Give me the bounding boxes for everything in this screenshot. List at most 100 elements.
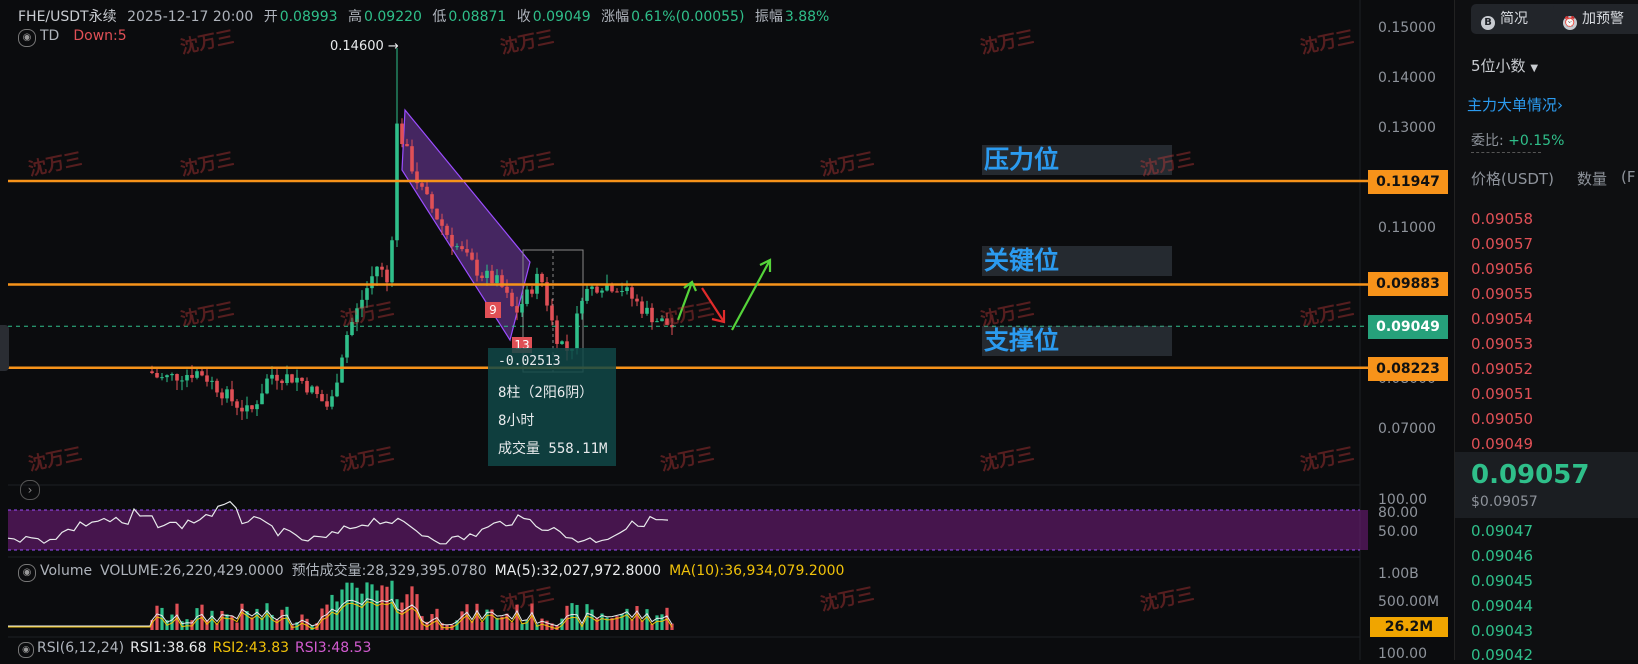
candle-body [475, 259, 479, 276]
candle-body [465, 249, 469, 253]
candle-body [655, 321, 659, 323]
volume-bar [375, 590, 379, 630]
datetime-text: 2025-12-17 20:00 [127, 9, 254, 25]
chevron-right-icon: › [1557, 96, 1564, 114]
left-drag-handle[interactable] [0, 325, 9, 371]
volume-bar [235, 622, 239, 630]
candle-body [295, 377, 299, 383]
volume-bar [475, 603, 479, 630]
candle-body [645, 307, 649, 314]
volume-header[interactable]: ◉ Volume VOLUME:26,220,429.0000 预估成交量:28,32… [18, 560, 844, 582]
candle-body [635, 298, 639, 302]
candle-body [215, 380, 219, 393]
candle-body [185, 375, 189, 381]
td-indicator-row[interactable]: ◉ TD Down:5 [18, 28, 127, 47]
td-down-value: Down:5 [73, 28, 127, 44]
candle-body [625, 287, 629, 291]
ask-price[interactable]: 0.09049 [1471, 435, 1533, 453]
candle-body [640, 301, 644, 314]
bid-price[interactable]: 0.09044 [1471, 597, 1533, 615]
ratio-underline [1471, 152, 1541, 153]
decimals-select[interactable]: 5位小数 ▼ [1471, 55, 1538, 76]
chart-area[interactable]: FHE/USDT永续 2025-12-17 20:00 开 0.08993 高 0.… [0, 0, 1454, 662]
td-nine-label: 9 [485, 302, 501, 318]
ask-price[interactable]: 0.09053 [1471, 335, 1533, 353]
ohlc-header: FHE/USDT永续 2025-12-17 20:00 开 0.08993 高 0.… [18, 6, 835, 26]
volume-bar [185, 619, 189, 630]
candle-body [575, 313, 579, 349]
candle-body [505, 286, 509, 293]
volume-bar [635, 606, 639, 630]
candle-body [590, 286, 594, 289]
ask-price[interactable]: 0.09056 [1471, 260, 1533, 278]
candle-body [580, 300, 584, 314]
ask-price[interactable]: 0.09052 [1471, 360, 1533, 378]
add-alert-button[interactable]: ⏰ 加预警 [1553, 4, 1638, 34]
ask-price[interactable]: 0.09050 [1471, 410, 1533, 428]
overview-button[interactable]: B 简况 [1471, 4, 1563, 34]
add-alert-button-label: 加预警 [1582, 11, 1624, 27]
price-tick: 0.11000 [1378, 220, 1436, 236]
candle-body [340, 357, 344, 383]
candle-body [405, 144, 409, 147]
measure-bars: 8柱（2阳6阴） [498, 385, 594, 401]
volume-bar [400, 602, 404, 630]
volume-bar [480, 621, 484, 630]
candle-body [495, 275, 499, 283]
price-tick: 0.13000 [1378, 120, 1436, 136]
volume-bar [240, 603, 244, 630]
bid-price[interactable]: 0.09043 [1471, 622, 1533, 640]
volume-bar [495, 617, 499, 630]
candle-body [205, 375, 209, 382]
bid-price[interactable]: 0.09046 [1471, 547, 1533, 565]
volume-bar [220, 610, 224, 630]
low-label: 低 [432, 9, 447, 25]
volume-ma10: MA(10):36,934,079.2000 [669, 563, 845, 579]
ask-price[interactable]: 0.09054 [1471, 310, 1533, 328]
candle-body [515, 306, 519, 313]
candle-body [190, 375, 194, 378]
eye-icon[interactable]: ◉ [18, 642, 34, 658]
volume-bar [535, 624, 539, 630]
ask-price[interactable]: 0.09058 [1471, 210, 1533, 228]
price-tick: 0.07000 [1378, 421, 1436, 437]
volume-bar [595, 618, 599, 630]
candle-body [365, 288, 369, 300]
bid-price[interactable]: 0.09042 [1471, 646, 1533, 664]
volume-bar [395, 599, 399, 630]
volume-bar [515, 604, 519, 630]
level-tag-current: 0.09049 [1368, 315, 1448, 339]
ask-price[interactable]: 0.09051 [1471, 385, 1533, 403]
overview-button-label: 简况 [1500, 11, 1528, 27]
candle-body [315, 386, 319, 395]
candle-body [200, 371, 204, 376]
key-zone-label: 关键位 [984, 246, 1060, 275]
measure-hours: 8小时 [498, 413, 535, 429]
collapse-chevron-icon[interactable]: › [20, 480, 40, 500]
rsi-header[interactable]: ◉ RSI(6,12,24) RSI1:38.68 RSI2:43.83 RSI3:48… [18, 640, 371, 658]
candle-body [230, 389, 234, 402]
eye-icon[interactable]: ◉ [18, 29, 36, 47]
candle-body [290, 374, 294, 383]
candle-body [275, 374, 279, 381]
caret-down-icon: ▼ [1530, 63, 1539, 74]
close-label: 收 [516, 9, 531, 25]
candle-body [430, 194, 434, 209]
candle-body [330, 396, 334, 407]
volume-bar [510, 622, 514, 630]
main-orders-label: 主力大单情况 [1467, 96, 1558, 114]
main-orders-link[interactable]: 主力大单情况› [1467, 94, 1563, 115]
eye-icon[interactable]: ◉ [18, 564, 36, 582]
close-value: 0.09049 [532, 9, 591, 25]
ask-price[interactable]: 0.09057 [1471, 235, 1533, 253]
support-zone: 支撑位 [982, 326, 1172, 356]
candle-body [385, 269, 389, 283]
bid-price[interactable]: 0.09045 [1471, 572, 1533, 590]
volume-bar [520, 623, 524, 630]
candle-body [595, 286, 599, 293]
candle-body [310, 386, 314, 393]
bid-price[interactable]: 0.09047 [1471, 522, 1533, 540]
pressure-zone: 压力位 [982, 145, 1172, 175]
candle-body [525, 289, 529, 304]
ask-price[interactable]: 0.09055 [1471, 285, 1533, 303]
